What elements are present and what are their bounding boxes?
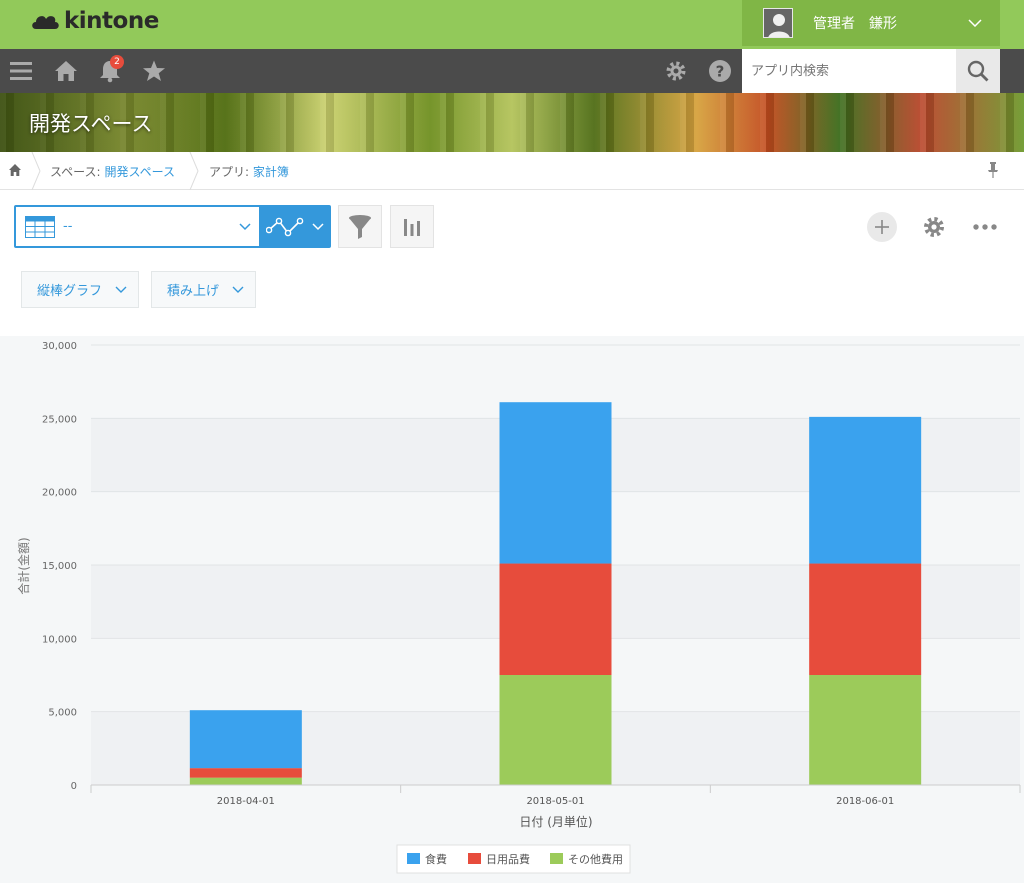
y-tick-label: 20,000 [42,488,77,499]
user-menu[interactable]: 管理者 鎌形 [742,0,1000,46]
breadcrumb-space-prefix: スペース: [50,165,101,179]
y-tick-label: 30,000 [42,341,77,352]
notification-badge: 2 [110,55,124,69]
gear-icon [924,217,944,237]
search-button[interactable] [956,49,1000,93]
legend-item[interactable]: その他費用 [550,852,623,866]
graph-button[interactable] [390,205,434,248]
chevron-down-icon [968,19,982,27]
legend-label: その他費用 [568,852,623,866]
bar-chart-icon [404,218,420,236]
plus-icon [875,220,889,234]
x-axis-label: 日付 (月単位) [519,814,592,829]
bar-segment[interactable] [499,563,612,675]
pin-icon[interactable] [987,162,999,178]
graph-type-value: 縦棒グラフ [37,284,103,299]
legend-label: 日用品費 [486,852,530,866]
breadcrumb-space-link[interactable]: 開発スペース [104,165,175,179]
breadcrumb: スペース: 開発スペース アプリ: 家計簿 [0,152,1024,190]
breadcrumb-app-link[interactable]: 家計簿 [253,165,289,179]
breadcrumb-separator [189,152,199,190]
kintone-logo[interactable]: kintone [30,8,159,34]
menu-icon[interactable] [9,59,33,83]
app-settings-button[interactable] [919,212,949,242]
display-mode-value: 積み上げ [167,284,220,299]
avatar [763,8,793,38]
bar-segment[interactable] [189,777,302,785]
user-name: 管理者 鎌形 [813,16,897,32]
y-axis-label: 合計(金額) [16,537,31,594]
bar-segment[interactable] [499,675,612,785]
legend-item[interactable]: 食費 [407,852,447,866]
legend-swatch [407,853,420,864]
gear-icon[interactable] [664,59,688,83]
chevron-down-icon [115,286,127,293]
line-chart-icon [266,217,304,236]
stacked-bar-chart: 0 5,000 10,000 15,000 20,000 25,000 30,000 2018… [16,341,1021,874]
cloud-logo-icon [32,16,59,29]
svg-text:?: ? [716,63,725,81]
y-tick-label: 25,000 [42,414,77,425]
bar-segment[interactable] [189,710,302,769]
y-tick-label: 0 [71,781,77,792]
legend-swatch [550,853,563,864]
home-icon[interactable] [8,163,22,177]
legend-label: 食費 [425,852,447,866]
space-banner: 開発スペース [0,93,1024,152]
chevron-down-icon [232,286,244,293]
legend-swatch [468,853,481,864]
y-tick-label: 5,000 [48,708,77,719]
bar-segment[interactable] [189,768,302,778]
more-icon [973,224,997,230]
table-icon [25,215,55,238]
logo-text: kintone [64,8,159,34]
breadcrumb-app-prefix: アプリ: [209,165,250,179]
home-icon[interactable] [54,59,78,83]
chevron-down-icon [312,222,324,230]
bar-segment[interactable] [809,416,922,564]
user-icon [764,9,792,37]
x-tick-label: 2018-04-01 [217,796,275,807]
breadcrumb-separator [31,152,41,190]
breadcrumb-space: スペース: 開発スペース [50,163,175,180]
chart-area: 0 5,000 10,000 15,000 20,000 25,000 30,000 2018… [0,336,1024,883]
chart-type-button[interactable] [261,207,329,246]
top-header: kintone 管理者 鎌形 [0,0,1024,49]
view-dropdown[interactable]: -- [16,207,259,246]
x-tick-label: 2018-05-01 [526,796,584,807]
filter-button[interactable] [338,205,382,248]
chevron-down-icon [239,222,251,230]
bar-segment[interactable] [809,675,922,785]
add-record-button[interactable] [867,212,897,242]
search-icon [967,60,989,82]
app-search-input[interactable] [742,49,956,93]
legend-item[interactable]: 日用品費 [468,852,530,866]
graph-type-dropdown[interactable]: 縦棒グラフ [21,271,139,308]
display-mode-dropdown[interactable]: 積み上げ [151,271,256,308]
bar-segment[interactable] [809,563,922,675]
star-icon[interactable] [142,59,166,83]
help-icon[interactable]: ? [708,59,732,83]
filter-icon [349,214,371,239]
more-options-button[interactable] [970,212,1000,242]
bar-segment[interactable] [499,402,612,564]
y-tick-label: 15,000 [42,561,77,572]
view-selector: -- [14,205,331,248]
x-tick-label: 2018-06-01 [836,796,894,807]
breadcrumb-app: アプリ: 家計簿 [209,163,289,180]
space-title: 開発スペース [29,112,153,136]
y-tick-label: 10,000 [42,634,77,645]
view-selected-value: -- [63,219,73,234]
